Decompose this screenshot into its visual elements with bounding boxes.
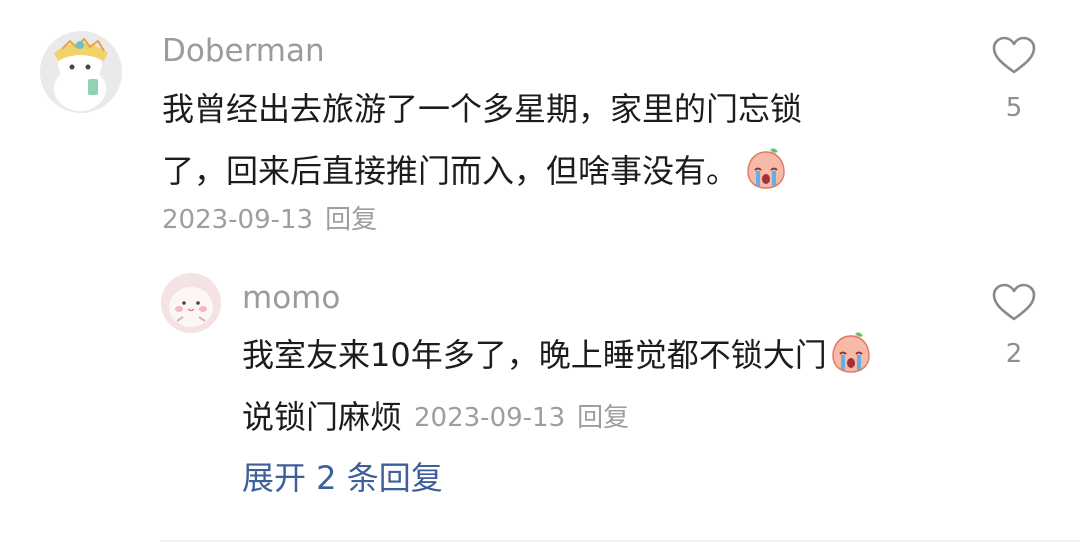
comment-text-line-2-text: 了，回来后直接推门而入，但啥事没有。 [162, 152, 739, 190]
comment-date: 2023-09-13 [162, 205, 314, 235]
reply-text-line-1: 我室友来10年多了，晚上睡觉都不锁大门 [242, 324, 873, 386]
crying-emoji-icon [747, 148, 785, 189]
reply-text-line-2: 说锁门麻烦 2023-09-13 回复 [242, 386, 873, 448]
heart-icon [992, 36, 1036, 74]
comment-reply-button[interactable]: 回复 [325, 205, 377, 235]
comment-text: 我曾经出去旅游了一个多星期，家里的门忘锁 了，回来后直接推门而入，但啥事没有。 [162, 78, 802, 202]
avatar[interactable] [40, 31, 122, 113]
reply-text-line-1-text: 我室友来10年多了，晚上睡觉都不锁大门 [242, 336, 827, 374]
heart-icon [992, 283, 1036, 321]
comment-text-line-1: 我曾经出去旅游了一个多星期，家里的门忘锁 [162, 90, 803, 128]
reply-text: 我室友来10年多了，晚上睡觉都不锁大门 说锁门麻烦 2023-09-13 回复 [242, 324, 873, 448]
comment-like-button[interactable] [990, 34, 1038, 76]
divider [160, 540, 1080, 542]
crying-emoji-icon [831, 332, 870, 373]
reply-avatar[interactable] [161, 273, 221, 333]
reply-meta: 2023-09-13 回复 [414, 403, 629, 433]
expand-replies-button[interactable]: 展开 2 条回复 [242, 462, 443, 494]
reply-avatar-image [161, 273, 221, 333]
comment-like-count: 5 [1005, 93, 1023, 123]
reply-username[interactable]: momo [242, 283, 340, 314]
reply-text-line-2-text: 说锁门麻烦 [242, 398, 403, 436]
reply-like-count: 2 [1005, 339, 1023, 369]
reply-date: 2023-09-13 [414, 403, 566, 433]
reply-reply-button[interactable]: 回复 [577, 403, 629, 433]
reply-like-button[interactable] [990, 281, 1038, 323]
comment-meta: 2023-09-13 回复 [162, 207, 377, 233]
comment-username[interactable]: Doberman [162, 36, 325, 67]
comment-text-line-2: 了，回来后直接推门而入，但啥事没有。 [162, 140, 802, 202]
avatar-image [40, 31, 122, 113]
